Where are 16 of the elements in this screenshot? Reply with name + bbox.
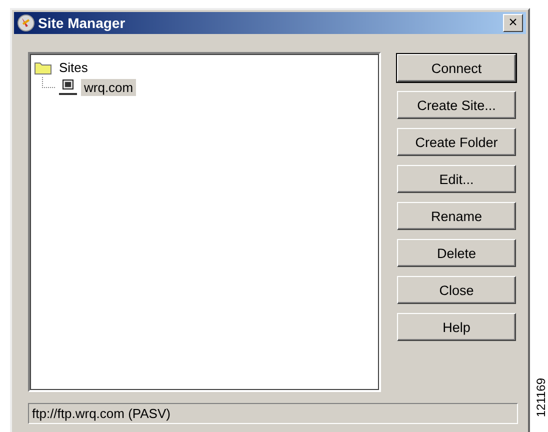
dialog-button[interactable]: Delete: [397, 239, 516, 267]
dialog-button[interactable]: Rename: [397, 202, 516, 230]
tree-item[interactable]: Sites: [56, 58, 91, 76]
computer-icon: [59, 78, 77, 96]
folder-icon: [34, 60, 52, 74]
close-button[interactable]: ×: [503, 14, 523, 32]
dialog-button[interactable]: Edit...: [397, 165, 516, 193]
dialog-button[interactable]: Create Folder: [397, 128, 516, 156]
dialog-button[interactable]: Connect: [397, 54, 516, 82]
tree-item[interactable]: wrq.com: [81, 78, 136, 96]
dialog-button[interactable]: Create Site...: [397, 91, 516, 119]
dialog-button[interactable]: Close: [397, 276, 516, 304]
dialog-button[interactable]: Help: [397, 313, 516, 341]
figure-number: 121169: [534, 378, 548, 418]
status-bar: ftp://ftp.wrq.com (PASV): [28, 403, 518, 424]
window-title: Site Manager: [38, 15, 126, 31]
